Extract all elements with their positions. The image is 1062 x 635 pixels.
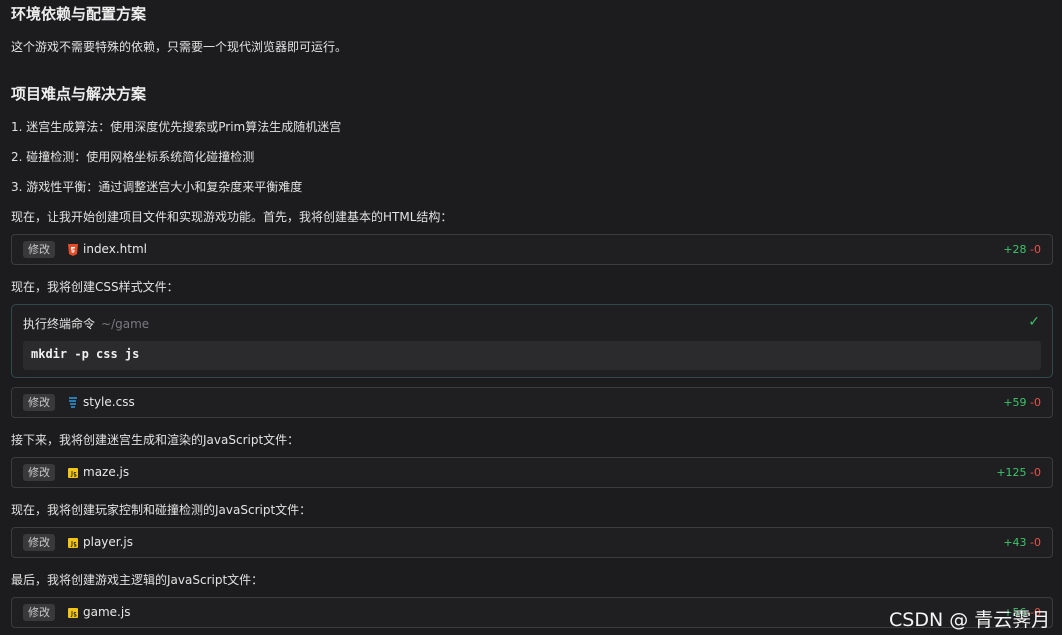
diff-stats: +28 -0 [1003,243,1041,256]
diff-stats: +43 -0 [1003,536,1041,549]
list-item: 2. 碰撞检测：使用网格坐标系统简化碰撞检测 [11,150,255,164]
file-change-card[interactable]: 修改 maze.js +125 -0 [11,457,1053,488]
lines-added: +28 [1003,243,1027,256]
message-text: 现在，让我开始创建项目文件和实现游戏功能。首先，我将创建基本的HTML结构： [11,210,453,224]
js-icon [68,468,78,478]
diff-stats: +59 -0 [1003,396,1041,409]
lines-removed: -0 [1030,243,1041,256]
file-name: maze.js [83,465,130,479]
js-icon [68,538,78,548]
modify-badge: 修改 [23,604,55,621]
modify-badge: 修改 [23,534,55,551]
js-icon [68,608,78,618]
message-text: 现在，我将创建玩家控制和碰撞检测的JavaScript文件： [11,503,312,517]
lines-removed: -0 [1030,536,1041,549]
modify-badge: 修改 [23,464,55,481]
list-item: 1. 迷宫生成算法：使用深度优先搜索或Prim算法生成随机迷宫 [11,120,342,134]
html5-icon [68,244,78,256]
terminal-command-card[interactable]: 执行终端命令 ~/game ✓ mkdir -p css js [11,304,1053,378]
lines-removed: -0 [1030,466,1041,479]
section-text-env: 这个游戏不需要特殊的依赖，只需要一个现代浏览器即可运行。 [11,40,348,54]
lines-added: +59 [1003,396,1027,409]
file-name: game.js [83,605,131,619]
css3-icon [69,397,77,408]
watermark: CSDN @ 青云霁月 [889,609,1051,631]
file-name: player.js [83,535,134,549]
message-text: 接下来，我将创建迷宫生成和渲染的JavaScript文件： [11,433,300,447]
message-text: 现在，我将创建CSS样式文件： [11,280,179,294]
terminal-path: ~/game [101,317,150,331]
message-text: 最后，我将创建游戏主逻辑的JavaScript文件： [11,573,264,587]
command-box[interactable]: mkdir -p css js [23,341,1041,370]
lines-added: +125 [996,466,1027,479]
file-change-card[interactable]: 修改 style.css +59 -0 [11,387,1053,418]
file-change-card[interactable]: 修改 player.js +43 -0 [11,527,1053,558]
diff-stats: +125 -0 [996,466,1041,479]
modify-badge: 修改 [23,394,55,411]
terminal-title: 执行终端命令 ~/game [23,315,149,332]
terminal-label: 执行终端命令 [23,317,96,331]
file-name: index.html [83,242,147,256]
file-name: style.css [83,395,135,409]
list-item: 3. 游戏性平衡：通过调整迷宫大小和复杂度来平衡难度 [11,180,303,194]
lines-removed: -0 [1030,396,1041,409]
check-icon: ✓ [1028,314,1040,330]
lines-added: +43 [1003,536,1027,549]
section-title-difficulties: 项目难点与解决方案 [11,85,147,103]
file-change-card[interactable]: 修改 index.html +28 -0 [11,234,1053,265]
modify-badge: 修改 [23,241,55,258]
section-title-env: 环境依赖与配置方案 [11,5,147,23]
command-text: mkdir -p css js [31,347,140,361]
